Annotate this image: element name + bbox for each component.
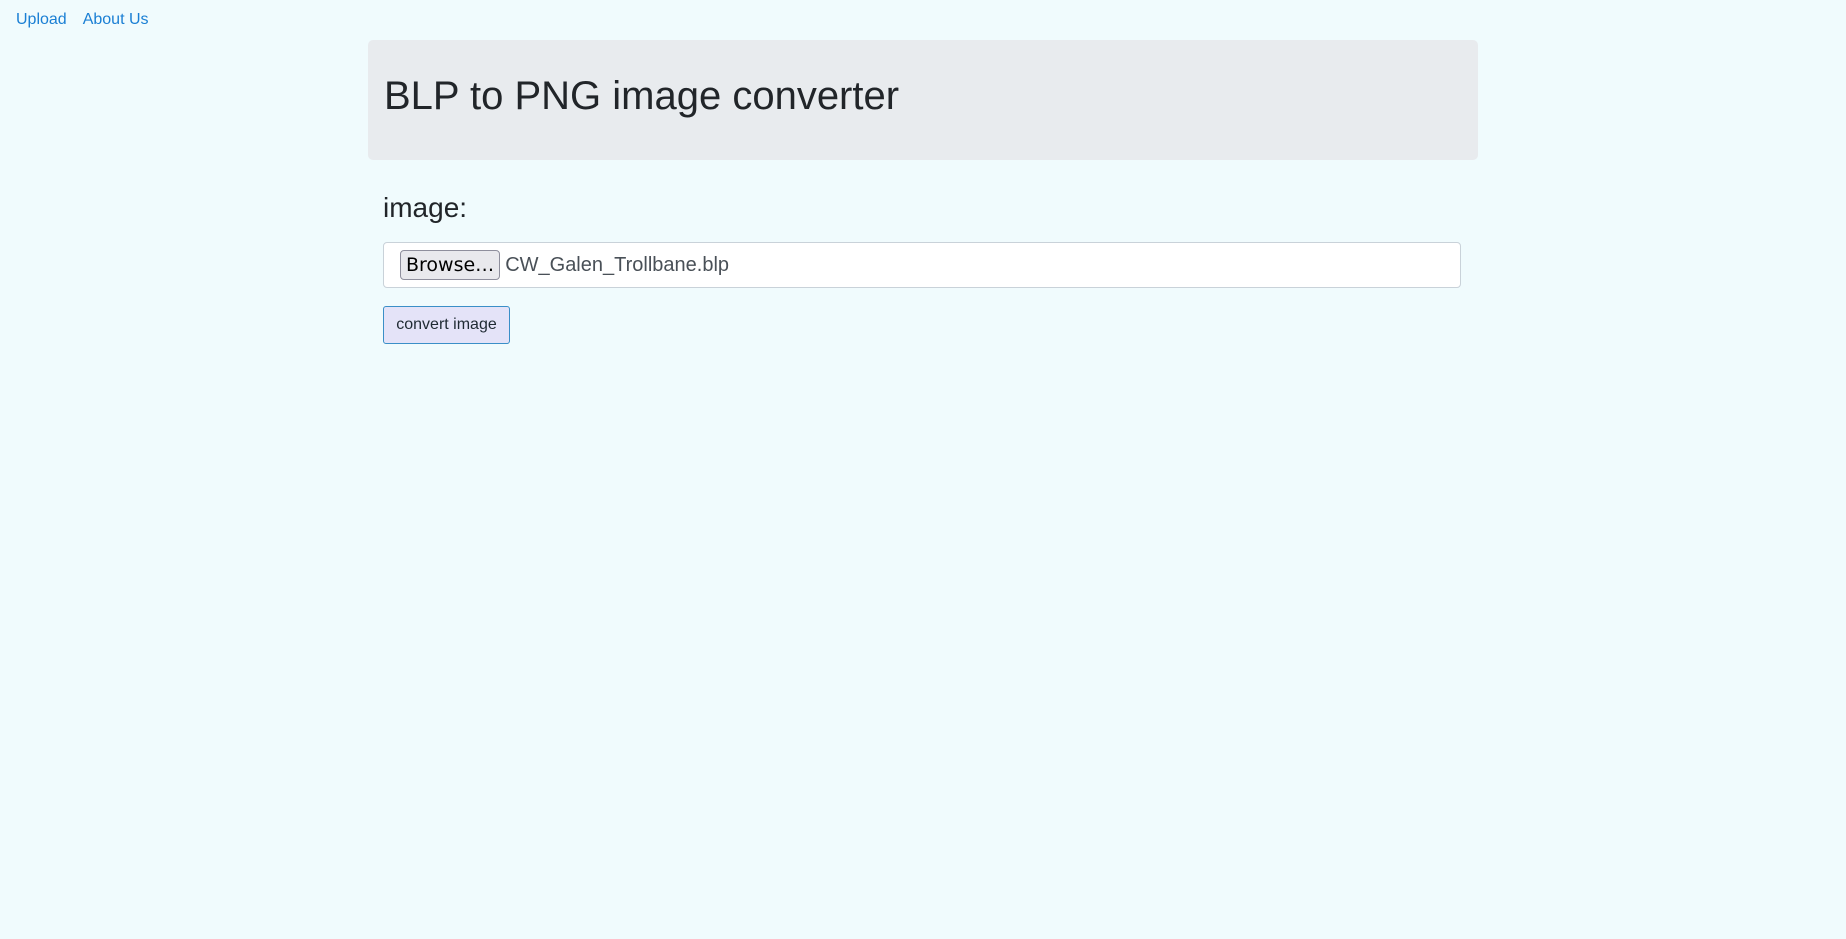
top-nav: Upload About Us: [0, 0, 165, 40]
selected-file-name: CW_Galen_Trollbane.blp: [505, 253, 730, 276]
browse-button[interactable]: Browse…: [400, 250, 501, 280]
image-field-label: image:: [383, 192, 468, 223]
image-file-input[interactable]: Browse… CW_Galen_Trollbane.blp: [383, 242, 1461, 288]
nav-link-about-us[interactable]: About Us: [83, 11, 149, 29]
nav-link-upload[interactable]: Upload: [16, 11, 67, 29]
convert-image-button[interactable]: convert image: [383, 306, 510, 344]
page-title: BLP to PNG image converter: [384, 74, 900, 118]
header-banner: BLP to PNG image converter: [368, 40, 1478, 160]
